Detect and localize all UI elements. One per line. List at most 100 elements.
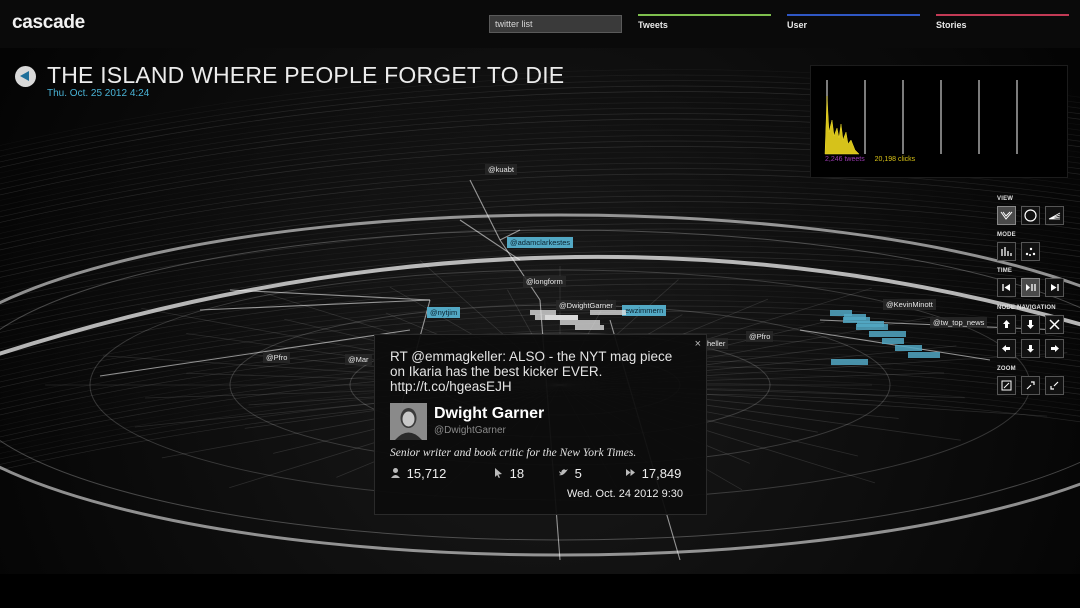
search-input[interactable]: twitter list xyxy=(489,15,622,33)
circle-view-icon xyxy=(1024,209,1037,222)
tab-tweets[interactable]: Tweets xyxy=(638,14,771,34)
tweet-text[interactable]: RT @emmagkeller: ALSO - the NYT mag piec… xyxy=(390,349,690,394)
tweet-date: Wed. Oct. 24 2012 9:30 xyxy=(567,488,683,500)
activity-histogram[interactable]: 2,246 tweets 20,198 clicks xyxy=(810,65,1068,178)
zoom-fit-icon xyxy=(1001,380,1012,391)
cluster-node[interactable] xyxy=(575,325,604,330)
cursor-icon xyxy=(493,467,506,481)
nav-up-button[interactable] xyxy=(997,315,1016,334)
followers-stat: 15,712 xyxy=(390,466,446,481)
retweets-stat: 5 xyxy=(558,466,582,481)
followers-count: 15,712 xyxy=(406,466,447,481)
tab-user-label: User xyxy=(787,20,808,30)
user-icon xyxy=(390,467,403,481)
arrow-down-small-icon xyxy=(1027,345,1034,353)
tab-stories-bar xyxy=(936,14,1069,16)
histogram-stats: 2,246 tweets 20,198 clicks xyxy=(825,156,915,163)
nav-right-button[interactable] xyxy=(1045,339,1064,358)
node-label[interactable]: ewzimmern xyxy=(622,305,667,316)
cluster-node[interactable] xyxy=(831,359,868,365)
zoom-in-icon xyxy=(1026,381,1035,390)
zoom-fit-button[interactable] xyxy=(997,376,1016,395)
play-pause-icon xyxy=(1026,284,1036,291)
histogram-time-markers xyxy=(826,80,1018,154)
mode-bars-button[interactable] xyxy=(997,242,1016,261)
arrow-up-icon xyxy=(1003,320,1010,328)
node-label[interactable]: @Pfro xyxy=(263,352,291,363)
app-logo[interactable]: cascade xyxy=(12,12,85,34)
nav-center-button[interactable] xyxy=(1021,339,1040,358)
zoom-in-button[interactable] xyxy=(1021,376,1040,395)
node-label[interactable]: @longform xyxy=(523,276,566,287)
top-header: cascade twitter list Tweets User Stories xyxy=(0,0,1080,48)
cluster-node[interactable] xyxy=(857,321,884,327)
node-cluster[interactable] xyxy=(530,310,626,334)
cluster-node[interactable] xyxy=(844,314,866,320)
clicks-count: 18 xyxy=(509,466,525,481)
node-label[interactable]: @kuabt xyxy=(485,164,517,175)
time-label: TIME xyxy=(997,268,1013,274)
cluster-node[interactable] xyxy=(535,315,578,320)
arrow-right-icon xyxy=(1051,345,1059,352)
back-button[interactable] xyxy=(15,66,36,87)
cluster-node[interactable] xyxy=(882,338,904,344)
arrow-left-icon xyxy=(1002,345,1010,352)
popup-close-button[interactable]: × xyxy=(695,338,701,350)
clicks-stat: 18 xyxy=(493,466,524,481)
node-label[interactable]: @Mar xyxy=(345,354,372,365)
arrow-down-icon xyxy=(1027,320,1034,329)
node-label[interactable]: @adamclarkestes xyxy=(507,237,574,248)
avatar[interactable] xyxy=(390,403,427,440)
tab-stories[interactable]: Stories xyxy=(936,14,1069,34)
zoom-label: ZOOM xyxy=(997,366,1016,372)
tweet-author-name[interactable]: Dwight Garner xyxy=(434,405,544,423)
view-lines-button[interactable] xyxy=(1045,206,1064,225)
tab-stories-label: Stories xyxy=(936,20,967,30)
skip-forward-icon xyxy=(1051,284,1059,291)
time-playpause-button[interactable] xyxy=(1021,278,1040,297)
node-label[interactable]: heller xyxy=(704,338,729,349)
lines-view-icon xyxy=(1048,212,1061,220)
tweets-histogram xyxy=(824,95,860,155)
time-start-button[interactable] xyxy=(997,278,1016,297)
story-title: THE ISLAND WHERE PEOPLE FORGET TO DIE xyxy=(47,62,565,88)
node-navigation-label: NODE NAVIGATION xyxy=(997,305,1056,311)
reach-count: 17,849 xyxy=(641,466,682,481)
dots-mode-icon xyxy=(1025,247,1036,256)
tab-tweets-label: Tweets xyxy=(638,20,668,30)
bottom-bar xyxy=(0,574,1080,608)
close-icon xyxy=(1049,319,1060,330)
cluster-node[interactable] xyxy=(908,352,940,358)
view-label: VIEW xyxy=(997,196,1014,202)
cascade-view-icon xyxy=(1000,211,1013,220)
nav-left-button[interactable] xyxy=(997,339,1016,358)
bars-mode-icon xyxy=(1001,247,1012,256)
tab-user-bar xyxy=(787,14,920,16)
tab-user[interactable]: User xyxy=(787,14,920,34)
tweet-author-handle[interactable]: @DwightGarner xyxy=(434,425,506,436)
tweet-popup[interactable]: × RT @emmagkeller: ALSO - the NYT mag pi… xyxy=(374,334,707,515)
tweet-author-bio: Senior writer and book critic for the Ne… xyxy=(390,447,637,459)
node-label[interactable]: @Pfro xyxy=(746,331,774,342)
mode-dots-button[interactable] xyxy=(1021,242,1040,261)
retweets-count: 5 xyxy=(574,466,582,481)
cluster-node[interactable] xyxy=(590,310,626,315)
node-label[interactable]: @nytjim xyxy=(427,307,461,318)
time-end-button[interactable] xyxy=(1045,278,1064,297)
tab-tweets-bar xyxy=(638,14,771,16)
view-circle-button[interactable] xyxy=(1021,206,1040,225)
node-cluster[interactable] xyxy=(800,310,940,370)
nav-close-button[interactable] xyxy=(1045,315,1064,334)
bird-icon xyxy=(558,467,571,481)
reach-stat: 17,849 xyxy=(625,466,681,481)
fast-forward-icon xyxy=(625,467,638,481)
node-label[interactable]: @tw_top_news xyxy=(930,317,988,328)
cluster-node[interactable] xyxy=(869,331,906,337)
cluster-node[interactable] xyxy=(895,345,922,351)
skip-back-icon xyxy=(1002,284,1010,291)
nav-down-button[interactable] xyxy=(1021,315,1040,334)
view-cascade-button[interactable] xyxy=(997,206,1016,225)
node-label[interactable]: @KevinMinott xyxy=(883,299,936,310)
clicks-count: 20,198 clicks xyxy=(874,156,916,163)
zoom-out-button[interactable] xyxy=(1045,376,1064,395)
